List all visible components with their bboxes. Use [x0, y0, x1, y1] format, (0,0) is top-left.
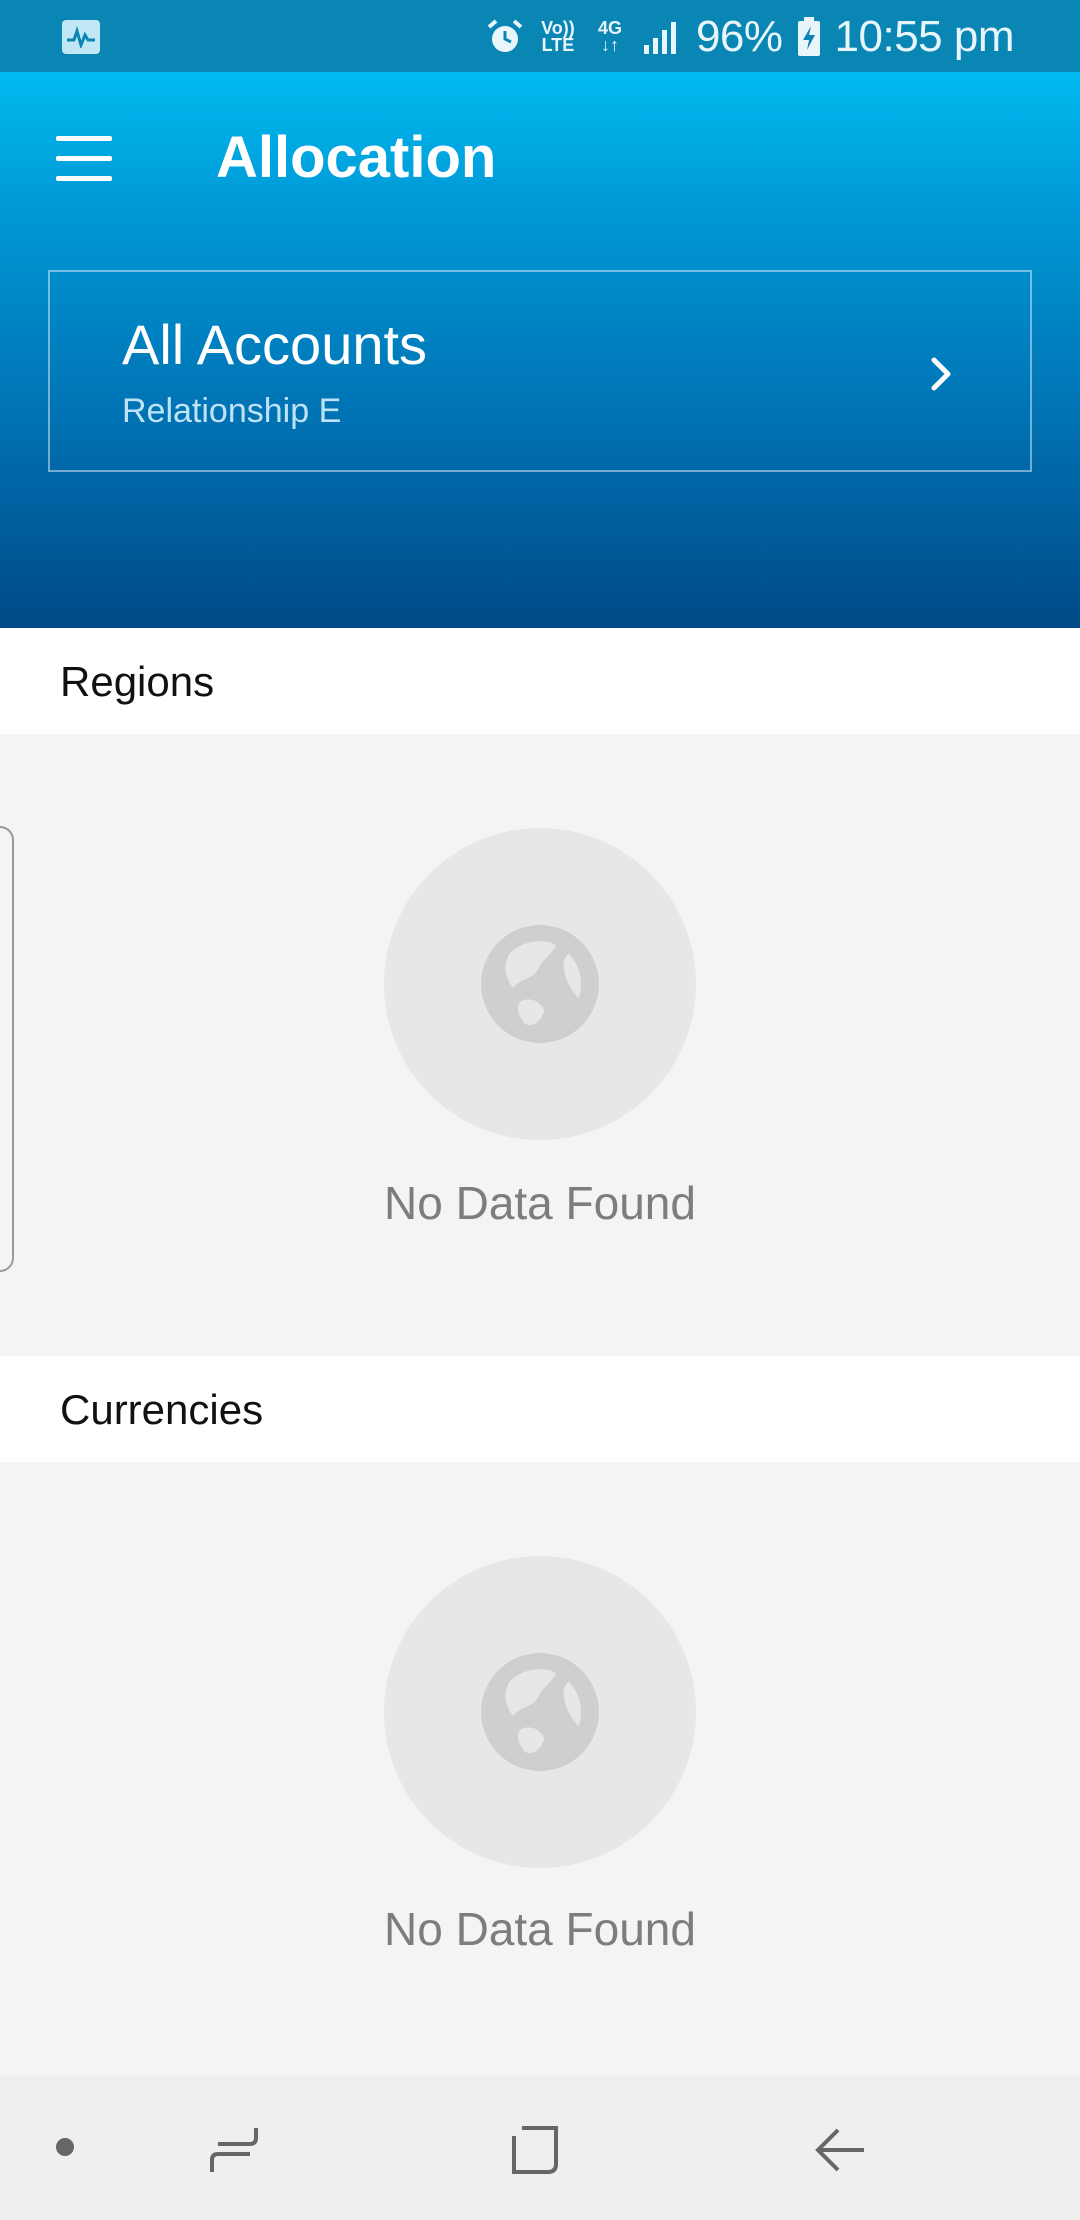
signal-icon — [643, 22, 676, 54]
battery-percent: 96% — [695, 12, 783, 61]
currencies-empty-state: No Data Found — [0, 1462, 1080, 2076]
account-selector[interactable]: All Accounts Relationship E — [48, 270, 1032, 472]
status-bar: Vo)) LTE 4G ↓↑ 96% 10:55 pm — [0, 0, 1080, 72]
clock: 10:55 pm — [834, 12, 1015, 61]
navigation-bar — [0, 2076, 1080, 2220]
activity-icon — [62, 20, 100, 54]
volte-icon: Vo)) LTE — [541, 18, 575, 55]
globe-icon — [481, 925, 599, 1043]
edge-panel-handle[interactable] — [0, 826, 14, 1272]
network-type-label: 4G — [597, 18, 622, 38]
empty-circle — [384, 1556, 696, 1868]
section-title-currencies: Currencies — [60, 1386, 264, 1433]
account-title: All Accounts — [122, 313, 428, 376]
account-subtitle: Relationship E — [122, 392, 342, 430]
back-button[interactable] — [812, 2122, 868, 2178]
currencies-section-header: Currencies — [0, 1356, 1080, 1462]
regions-empty-state: No Data Found — [0, 734, 1080, 1356]
alarm-icon — [487, 19, 523, 52]
section-title-regions: Regions — [60, 658, 215, 705]
empty-message: No Data Found — [384, 1177, 696, 1229]
dot-indicator[interactable] — [56, 2138, 74, 2156]
battery-charging-icon — [797, 17, 820, 56]
4g-icon: 4G ↓↑ — [597, 18, 622, 55]
chevron-right-icon — [931, 357, 951, 391]
menu-icon[interactable] — [56, 136, 114, 184]
header: Allocation All Accounts Relationship E — [0, 72, 1080, 628]
regions-section-header: Regions — [0, 628, 1080, 734]
home-button[interactable] — [508, 2122, 564, 2178]
status-icons: Vo)) LTE 4G ↓↑ 96% 10:55 pm — [486, 12, 1015, 62]
page-title: Allocation — [216, 125, 497, 190]
globe-icon — [481, 1653, 599, 1771]
empty-message: No Data Found — [384, 1903, 696, 1955]
recents-button[interactable] — [206, 2122, 262, 2178]
empty-circle — [384, 828, 696, 1140]
